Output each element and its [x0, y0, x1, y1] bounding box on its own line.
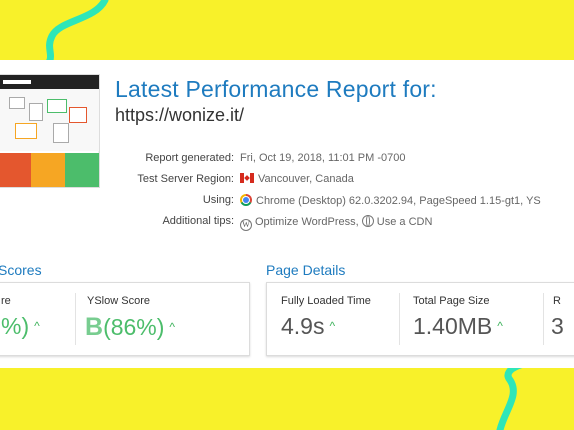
- scores-card: re %) ^ YSlow Score B(86%) ^: [0, 282, 250, 356]
- detail-number: 3: [551, 313, 564, 339]
- meta-value-wrap: Vancouver, Canada: [240, 173, 354, 185]
- meta-value: Fri, Oct 19, 2018, 11:01 PM -0700: [240, 152, 406, 164]
- total-page-size-cell[interactable]: Total Page Size 1.40MB ^: [401, 283, 541, 355]
- canada-flag-icon: [240, 173, 254, 183]
- meta-label: Report generated:: [145, 152, 234, 164]
- meta-value-wrap: Chrome (Desktop) 62.0.3202.94, PageSpeed…: [240, 194, 541, 207]
- tip-link-cdn[interactable]: Use a CDN: [377, 216, 433, 228]
- detail-label: R: [553, 295, 561, 307]
- caret-up-icon: ^: [169, 320, 176, 334]
- page-details-heading: Page Details: [266, 262, 346, 278]
- pagespeed-score-cell[interactable]: re %) ^: [0, 283, 75, 355]
- score-label: YSlow Score: [87, 295, 150, 307]
- yslow-score-cell[interactable]: YSlow Score B(86%) ^: [79, 283, 249, 355]
- meta-label: Additional tips:: [162, 215, 234, 227]
- meta-label: Test Server Region:: [137, 173, 234, 185]
- meta-label: Using:: [202, 194, 234, 206]
- tip-link-wordpress[interactable]: Optimize WordPress,: [255, 216, 359, 228]
- score-label: re: [1, 295, 11, 307]
- divider: [399, 293, 400, 345]
- score-value: %) ^: [1, 313, 40, 340]
- report-url[interactable]: https://wonize.it/: [115, 105, 244, 126]
- detail-number: 4.9s: [281, 313, 325, 339]
- meta-row-generated: Report generated: Fri, Oct 19, 2018, 11:…: [0, 152, 574, 170]
- meta-row-region: Test Server Region: Vancouver, Canada: [0, 173, 574, 191]
- scores-heading: Scores: [0, 262, 42, 278]
- meta-value: Vancouver, Canada: [258, 173, 354, 185]
- detail-label: Total Page Size: [413, 295, 490, 307]
- score-percent: %): [1, 313, 30, 339]
- fully-loaded-cell[interactable]: Fully Loaded Time 4.9s ^: [267, 283, 395, 355]
- score-percent: (86%): [103, 314, 165, 340]
- wordpress-icon: W: [240, 219, 252, 231]
- thumbnail-illustration: [0, 89, 99, 151]
- meta-row-using: Using: Chrome (Desktop) 62.0.3202.94, Pa…: [0, 194, 574, 212]
- detail-value: 4.9s ^: [281, 313, 335, 340]
- requests-cell[interactable]: R 3: [545, 283, 574, 355]
- meta-value-wrap: W Optimize WordPress, Use a CDN: [240, 215, 432, 231]
- detail-number: 1.40MB: [413, 313, 493, 339]
- divider: [75, 293, 76, 345]
- swirl-bottom-icon: [496, 358, 549, 430]
- caret-up-icon: ^: [497, 319, 503, 333]
- report-title: Latest Performance Report for:: [115, 76, 437, 102]
- detail-label: Fully Loaded Time: [281, 295, 371, 307]
- cdn-globe-icon: [361, 215, 374, 227]
- caret-up-icon: ^: [34, 319, 40, 333]
- detail-value: 1.40MB ^: [413, 313, 503, 340]
- meta-value: Chrome (Desktop) 62.0.3202.94, PageSpeed…: [256, 195, 541, 207]
- score-grade: B: [85, 313, 104, 341]
- site-thumbnail[interactable]: [0, 74, 100, 188]
- thumbnail-header: [0, 75, 99, 89]
- meta-row-tips: Additional tips: W Optimize WordPress, Us…: [0, 215, 574, 233]
- caret-up-icon: ^: [329, 319, 336, 333]
- chrome-icon: [240, 194, 252, 206]
- score-value: B(86%) ^: [85, 313, 175, 342]
- divider: [543, 293, 544, 345]
- page-details-card: Fully Loaded Time 4.9s ^ Total Page Size …: [266, 282, 574, 356]
